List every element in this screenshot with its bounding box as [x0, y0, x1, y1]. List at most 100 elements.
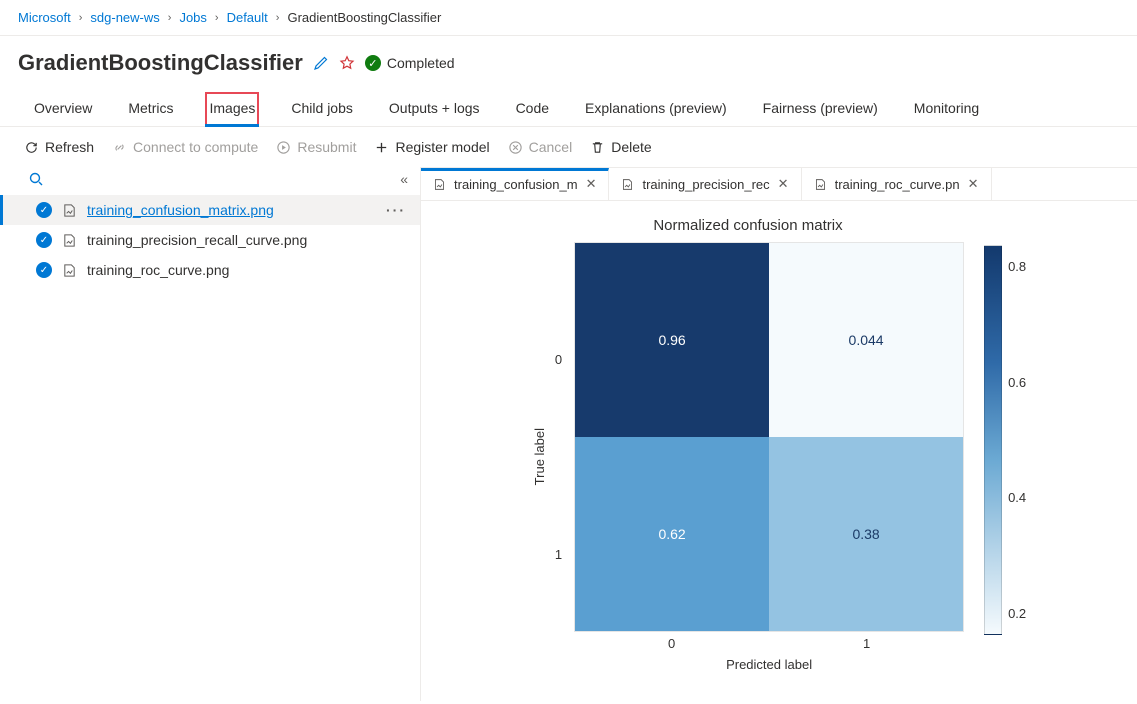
file-list: ✓ training_confusion_matrix.png ··· ✓ tr…: [0, 191, 420, 285]
y-tick: 0: [555, 352, 562, 367]
x-tick: 0: [668, 636, 675, 651]
confusion-matrix: 0.96 0.044 0.62 0.38: [574, 242, 964, 632]
sidebar: « ✓ training_confusion_matrix.png ··· ✓ …: [0, 167, 420, 701]
toolbar: Refresh Connect to compute Resubmit Regi…: [0, 127, 1137, 167]
file-name: training_precision_recall_curve.png: [87, 232, 307, 248]
link-icon: [112, 140, 127, 155]
content-tab[interactable]: training_confusion_m ✕: [421, 168, 609, 200]
tab-monitoring[interactable]: Monitoring: [910, 92, 983, 126]
tab-explanations[interactable]: Explanations (preview): [581, 92, 731, 126]
chart-wrap: Normalized confusion matrix True label 0…: [532, 217, 964, 672]
trash-icon: [590, 140, 605, 155]
play-circle-icon: [276, 140, 291, 155]
sidebar-header: «: [0, 167, 420, 191]
tab-strip: Overview Metrics Images Child jobs Outpu…: [0, 88, 1137, 127]
tab-metrics[interactable]: Metrics: [124, 92, 177, 126]
image-file-icon: [433, 178, 446, 191]
matrix-layout: True label 0 1 0.96 0.044 0.62 0.38: [532, 242, 964, 672]
refresh-label: Refresh: [45, 139, 94, 155]
x-axis-ticks: 0 1: [574, 632, 964, 651]
chevron-right-icon: ›: [276, 12, 280, 24]
resubmit-button[interactable]: Resubmit: [276, 139, 356, 155]
file-row[interactable]: ✓ training_roc_curve.png: [0, 255, 420, 285]
chevron-right-icon: ›: [215, 12, 219, 24]
y-axis-ticks: 0 1: [555, 262, 566, 652]
status-check-icon: ✓: [36, 262, 52, 278]
connect-compute-button[interactable]: Connect to compute: [112, 139, 258, 155]
content-tab-strip: training_confusion_m ✕ training_precisio…: [421, 168, 1137, 201]
cancel-button[interactable]: Cancel: [508, 139, 573, 155]
refresh-button[interactable]: Refresh: [24, 139, 94, 155]
close-icon[interactable]: ✕: [968, 176, 979, 192]
file-row[interactable]: ✓ training_confusion_matrix.png ···: [0, 195, 420, 225]
content-tab[interactable]: training_precision_rec ✕: [609, 168, 801, 200]
breadcrumb-link[interactable]: Default: [227, 10, 268, 25]
file-name: training_roc_curve.png: [87, 262, 229, 278]
file-row[interactable]: ✓ training_precision_recall_curve.png: [0, 225, 420, 255]
status-check-icon: ✓: [36, 232, 52, 248]
y-axis-label: True label: [532, 428, 547, 485]
resubmit-label: Resubmit: [297, 139, 356, 155]
content-tab-label: training_roc_curve.pn: [835, 177, 960, 192]
register-model-button[interactable]: Register model: [374, 139, 489, 155]
matrix-cell: 0.38: [769, 437, 963, 631]
content: training_confusion_m ✕ training_precisio…: [420, 167, 1137, 701]
tab-fairness[interactable]: Fairness (preview): [759, 92, 882, 126]
image-file-icon: [62, 203, 77, 218]
chart-area: Normalized confusion matrix True label 0…: [421, 201, 1137, 701]
success-check-icon: ✓: [365, 55, 381, 71]
close-icon[interactable]: ✕: [778, 176, 789, 192]
content-tab-label: training_confusion_m: [454, 177, 578, 192]
matrix-cell: 0.044: [769, 243, 963, 437]
image-file-icon: [814, 178, 827, 191]
colorbar-tick: 0.6: [1008, 375, 1026, 390]
edit-icon[interactable]: [313, 55, 329, 71]
refresh-icon: [24, 140, 39, 155]
colorbar-gradient: [984, 245, 1002, 635]
tab-images[interactable]: Images: [205, 92, 259, 126]
status-badge: ✓ Completed: [365, 55, 455, 71]
tab-overview[interactable]: Overview: [30, 92, 96, 126]
cancel-label: Cancel: [529, 139, 573, 155]
content-tab[interactable]: training_roc_curve.pn ✕: [802, 168, 992, 200]
cancel-circle-icon: [508, 140, 523, 155]
image-file-icon: [621, 178, 634, 191]
breadcrumb: Microsoft › sdg-new-ws › Jobs › Default …: [0, 0, 1137, 36]
search-icon[interactable]: [28, 171, 44, 187]
chevron-right-icon: ›: [79, 12, 83, 24]
x-tick: 1: [863, 636, 870, 651]
matrix-cell: 0.62: [575, 437, 769, 631]
file-name: training_confusion_matrix.png: [87, 202, 274, 218]
breadcrumb-current: GradientBoostingClassifier: [287, 10, 441, 25]
favorite-star-icon[interactable]: [339, 55, 355, 71]
breadcrumb-link[interactable]: Microsoft: [18, 10, 71, 25]
collapse-panel-icon[interactable]: «: [400, 171, 408, 187]
content-tab-label: training_precision_rec: [642, 177, 769, 192]
chart-title: Normalized confusion matrix: [653, 217, 842, 234]
more-options-icon[interactable]: ···: [386, 202, 406, 218]
connect-label: Connect to compute: [133, 139, 258, 155]
body: « ✓ training_confusion_matrix.png ··· ✓ …: [0, 167, 1137, 701]
tab-child-jobs[interactable]: Child jobs: [287, 92, 356, 126]
colorbar-ticks: 0.8 0.6 0.4 0.2: [1008, 245, 1026, 635]
x-axis-label: Predicted label: [574, 657, 964, 672]
colorbar-tick: 0.4: [1008, 490, 1026, 505]
colorbar-tick: 0.8: [1008, 259, 1026, 274]
colorbar: 0.8 0.6 0.4 0.2: [984, 245, 1026, 635]
delete-button[interactable]: Delete: [590, 139, 651, 155]
breadcrumb-link[interactable]: sdg-new-ws: [90, 10, 159, 25]
colorbar-tick: 0.2: [1008, 606, 1026, 621]
tab-outputs-logs[interactable]: Outputs + logs: [385, 92, 484, 126]
delete-label: Delete: [611, 139, 651, 155]
status-label: Completed: [387, 55, 455, 71]
close-icon[interactable]: ✕: [586, 176, 597, 192]
breadcrumb-link[interactable]: Jobs: [179, 10, 206, 25]
tab-code[interactable]: Code: [512, 92, 553, 126]
status-check-icon: ✓: [36, 202, 52, 218]
image-file-icon: [62, 263, 77, 278]
image-file-icon: [62, 233, 77, 248]
chevron-right-icon: ›: [168, 12, 172, 24]
matrix-cell: 0.96: [575, 243, 769, 437]
y-tick: 1: [555, 547, 562, 562]
plus-icon: [374, 140, 389, 155]
